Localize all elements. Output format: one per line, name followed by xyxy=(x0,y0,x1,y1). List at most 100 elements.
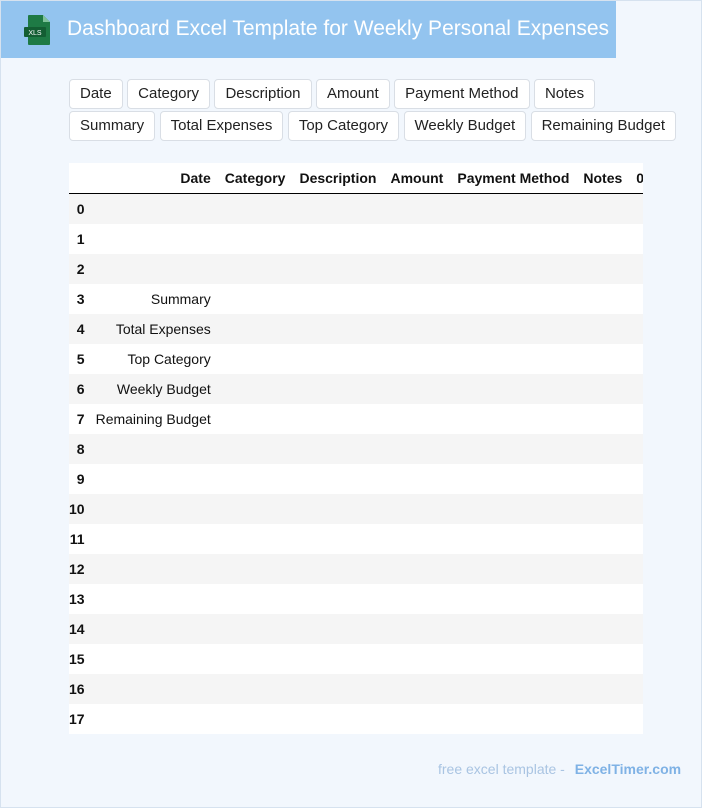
table-cell xyxy=(450,644,576,674)
table-cell xyxy=(576,554,630,584)
table-row: 6 Weekly Budget xyxy=(69,374,643,404)
table-cell xyxy=(292,404,383,434)
table-cell xyxy=(383,314,451,344)
column-tag[interactable]: Amount xyxy=(315,79,390,109)
table-cell xyxy=(383,374,451,404)
column-header: Date xyxy=(88,163,218,194)
column-tag[interactable]: Payment Method xyxy=(394,79,530,109)
table-cell xyxy=(450,193,577,224)
row-index: 1 xyxy=(76,231,85,247)
table-cell xyxy=(292,344,383,374)
table-cell xyxy=(218,584,293,614)
column-tag[interactable]: Total Expenses xyxy=(159,111,284,141)
table-row: 3 Summary xyxy=(69,284,643,314)
table-cell xyxy=(629,704,643,734)
table-cell xyxy=(450,344,576,374)
excel-file-icon: XLS xyxy=(24,15,50,45)
table-cell xyxy=(629,374,643,404)
table-cell xyxy=(629,404,643,434)
footer: free excel template - ExcelTimer.com xyxy=(438,761,681,777)
table-cell xyxy=(629,524,643,554)
date-cell xyxy=(89,224,218,254)
table-cell xyxy=(292,464,383,494)
table-cell xyxy=(450,554,577,584)
table-cell xyxy=(450,704,576,734)
row-index: 5 xyxy=(76,351,85,367)
date-cell xyxy=(89,524,218,554)
row-index: 6 xyxy=(69,374,89,404)
table-body: 0 1 2 3 Summary 4 Total Expenses 5 Top Category 6… xyxy=(69,193,643,735)
column-header: Payment Method xyxy=(450,163,577,194)
table-cell xyxy=(629,254,643,284)
table-cell xyxy=(217,614,293,644)
row-index: 3 xyxy=(76,291,85,307)
row-index: 15 xyxy=(69,651,85,667)
date-cell xyxy=(89,704,218,734)
column-tag[interactable]: Top Category xyxy=(287,111,400,141)
column-tag[interactable]: Date xyxy=(69,79,123,109)
table-cell xyxy=(576,254,630,284)
date-cell: Total Expenses xyxy=(88,314,218,344)
footer-brand-link[interactable]: ExcelTimer.com xyxy=(575,761,681,777)
table-cell xyxy=(218,344,293,374)
row-index: 0 xyxy=(69,193,89,224)
table-row: 7 Remaining Budget xyxy=(69,404,643,434)
table-cell xyxy=(629,464,643,494)
table-cell xyxy=(450,374,577,404)
table-cell xyxy=(450,494,577,524)
table-cell xyxy=(576,644,629,674)
column-tag[interactable]: Category xyxy=(127,79,211,109)
table-cell xyxy=(629,284,643,314)
row-index: 13 xyxy=(69,591,85,607)
table-cell xyxy=(217,193,293,224)
column-header: 0 xyxy=(629,163,643,194)
row-index: 11 xyxy=(69,531,85,547)
column-tag[interactable]: Summary xyxy=(69,111,156,141)
column-header: Amount xyxy=(383,163,451,194)
date-cell xyxy=(89,644,218,674)
column-tag[interactable]: Remaining Budget xyxy=(530,111,676,141)
table-row: 15 xyxy=(69,644,643,674)
table-cell xyxy=(629,674,643,704)
date-cell: Summary xyxy=(150,291,211,307)
table-cell xyxy=(383,464,450,494)
column-tag[interactable]: Description xyxy=(214,79,312,109)
table-cell xyxy=(292,494,384,524)
date-cell xyxy=(88,254,218,284)
table-cell xyxy=(383,584,450,614)
index-header xyxy=(69,163,89,194)
table-cell xyxy=(292,554,384,584)
table-cell xyxy=(218,704,293,734)
page-frame: XLS Dashboard Excel Template for Weekly … xyxy=(0,0,702,808)
table-cell xyxy=(576,674,630,704)
column-tag[interactable]: Notes xyxy=(533,79,596,109)
date-cell: Weekly Budget xyxy=(88,374,218,404)
table-cell xyxy=(383,284,450,314)
column-tag-list: Date Category Description Amount Payment… xyxy=(69,79,679,143)
column-header: Description xyxy=(292,163,384,194)
table-cell xyxy=(292,254,384,284)
table-cell xyxy=(450,224,576,254)
table-cell xyxy=(629,644,643,674)
table-cell xyxy=(383,674,451,704)
column-tag[interactable]: Weekly Budget xyxy=(403,111,527,141)
table-cell xyxy=(450,614,577,644)
table-cell xyxy=(217,254,293,284)
row-index: 8 xyxy=(69,434,89,464)
table-cell xyxy=(218,404,293,434)
table-cell xyxy=(576,704,629,734)
table-cell xyxy=(292,374,384,404)
table-cell xyxy=(292,674,384,704)
table-cell xyxy=(450,314,577,344)
table-row: 14 xyxy=(69,614,643,644)
column-header: Category xyxy=(217,163,293,194)
table-row: 4 Total Expenses xyxy=(69,314,643,344)
date-cell: Remaining Budget xyxy=(95,411,211,427)
table-cell xyxy=(383,404,450,434)
date-cell xyxy=(89,464,218,494)
table-cell xyxy=(450,584,576,614)
table-header-row: Date Category Description Amount Payment Met… xyxy=(69,163,643,194)
table-cell xyxy=(383,344,450,374)
table-cell xyxy=(576,284,629,314)
date-cell xyxy=(88,434,218,464)
